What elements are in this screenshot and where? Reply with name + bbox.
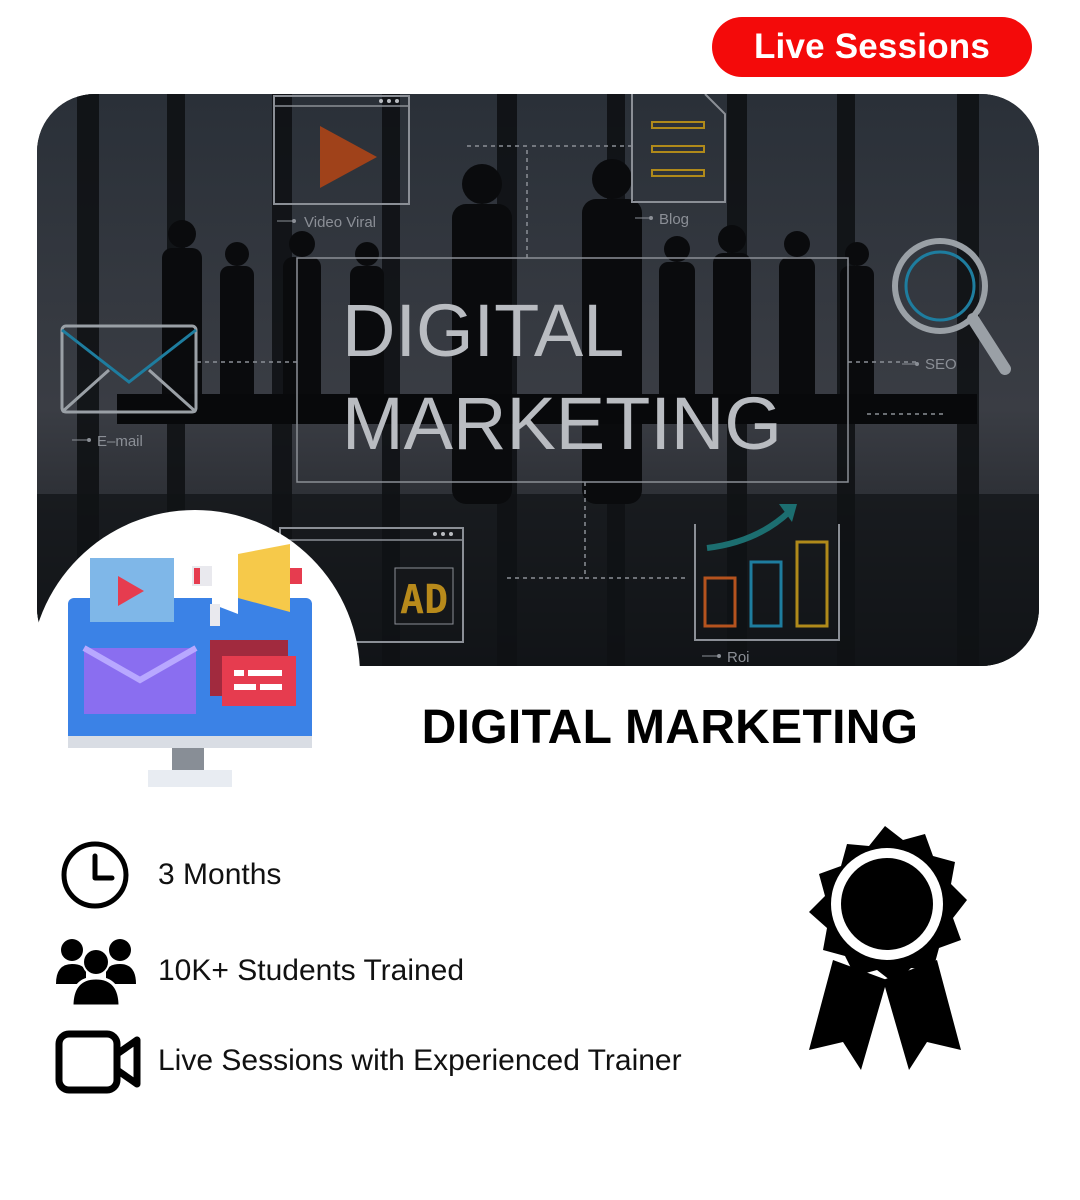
- digital-marketing-monitor-icon: [68, 544, 312, 787]
- ad-label: AD: [400, 577, 448, 623]
- live-sessions-badge[interactable]: Live Sessions: [712, 17, 1032, 77]
- video-camera-icon: [55, 1030, 141, 1094]
- feature-live-sessions-text: Live Sessions with Experienced Trainer: [158, 1044, 682, 1077]
- award-ribbon-icon: [809, 826, 967, 1070]
- feature-students-text: 10K+ Students Trained: [158, 954, 465, 987]
- feature-duration-text: 3 Months: [158, 858, 282, 891]
- hero-headline-line1: DIGITAL: [342, 289, 624, 372]
- feature-live-sessions: Live Sessions with Experienced Trainer: [0, 1026, 760, 1100]
- feature-students: 10K+ Students Trained: [0, 934, 760, 1008]
- clock-icon: [61, 841, 129, 909]
- feature-duration: 3 Months: [0, 838, 760, 912]
- hero-headline-line2: MARKETING: [342, 382, 782, 465]
- course-title: DIGITAL MARKETING: [421, 701, 919, 754]
- blog-label: Blog: [659, 211, 689, 228]
- roi-label: Roi: [727, 649, 750, 666]
- email-label: E–mail: [97, 433, 143, 450]
- users-icon: [56, 939, 136, 1006]
- video-viral-label: Video Viral: [304, 214, 376, 231]
- seo-label: SEO: [925, 356, 957, 373]
